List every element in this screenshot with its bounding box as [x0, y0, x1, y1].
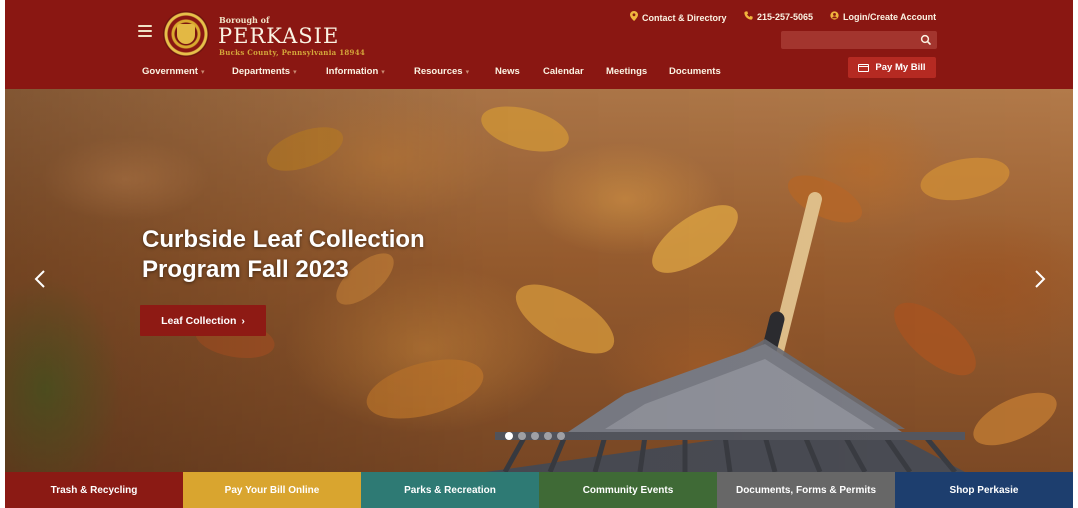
search-icon[interactable] [919, 33, 933, 47]
chevron-right-icon [1035, 270, 1046, 288]
quick-link-community-events[interactable]: Community Events [539, 472, 717, 508]
chevron-down-icon: ▾ [293, 69, 297, 76]
chevron-left-icon [34, 270, 45, 288]
quick-links-bar: Trash & Recycling Pay Your Bill Online P… [5, 472, 1073, 508]
nav-label: Documents [669, 66, 721, 77]
phone-icon [744, 11, 753, 23]
hero-slider: Curbside Leaf Collection Program Fall 20… [5, 89, 1073, 472]
nav-label: Government [142, 66, 198, 77]
nav-calendar[interactable]: Calendar [543, 66, 584, 77]
brand-location: Bucks County, Pennsylvania 18944 [219, 48, 366, 57]
slide-dot[interactable] [505, 432, 513, 440]
hero-title-line: Curbside Leaf Collection [142, 226, 425, 253]
hero-title-line: Program Fall 2023 [142, 256, 349, 283]
nav-government[interactable]: Government ▾ [142, 66, 204, 77]
chevron-down-icon: ▾ [200, 69, 205, 76]
slide-indicators [505, 432, 565, 440]
nav-news[interactable]: News [495, 66, 520, 77]
next-slide-arrow[interactable] [1029, 267, 1049, 291]
search-input[interactable] [781, 32, 911, 50]
quick-link-parks-recreation[interactable]: Parks & Recreation [361, 472, 539, 508]
phone-link[interactable]: 215-257-5065 [744, 11, 813, 23]
nav-resources[interactable]: Resources ▾ [414, 66, 469, 77]
quick-link-shop-perkasie[interactable]: Shop Perkasie [895, 472, 1073, 508]
nav-label: Departments [232, 66, 291, 77]
contact-directory-link[interactable]: Contact & Directory [630, 11, 727, 24]
hero-title: Curbside Leaf Collection Program Fall 20… [142, 225, 482, 285]
map-pin-icon [630, 11, 638, 24]
contact-directory-label: Contact & Directory [642, 12, 727, 23]
nav-label: Calendar [543, 66, 584, 77]
chevron-down-icon: ▾ [381, 69, 385, 76]
chevron-down-icon: ▾ [465, 69, 470, 76]
hamburger-icon[interactable] [138, 25, 152, 37]
user-circle-icon [830, 11, 839, 23]
brand-name[interactable]: PERKASIE [218, 24, 339, 48]
nav-label: Resources [414, 66, 463, 77]
leaf-collection-label: Leaf Collection [161, 314, 237, 327]
leaf-collection-button[interactable]: Leaf Collection › [140, 305, 266, 336]
slide-dot[interactable] [544, 432, 552, 440]
slide-dot[interactable] [557, 432, 565, 440]
quick-link-trash-recycling[interactable]: Trash & Recycling [5, 472, 183, 508]
nav-information[interactable]: Information ▾ [326, 66, 385, 77]
quick-link-pay-bill-online[interactable]: Pay Your Bill Online [183, 472, 361, 508]
nav-documents[interactable]: Documents [669, 66, 721, 77]
nav-label: Information [326, 66, 379, 77]
nav-label: News [495, 66, 520, 77]
browser-viewport: Borough of PERKASIE Bucks County, Pennsy… [5, 0, 1073, 508]
nav-meetings[interactable]: Meetings [606, 66, 647, 77]
search-box [781, 31, 937, 50]
quick-link-documents-forms-permits[interactable]: Documents, Forms & Permits [717, 472, 895, 508]
site-header: Borough of PERKASIE Bucks County, Pennsy… [5, 0, 1073, 89]
slide-dot[interactable] [518, 432, 526, 440]
login-link[interactable]: Login/Create Account [830, 11, 936, 23]
chevron-right-icon: › [241, 314, 245, 327]
credit-card-icon [858, 63, 870, 72]
nav-departments[interactable]: Departments ▾ [232, 66, 297, 77]
pay-my-bill-label: Pay My Bill [875, 62, 926, 73]
login-label: Login/Create Account [843, 12, 937, 22]
pay-my-bill-button[interactable]: Pay My Bill [848, 57, 936, 78]
nav-label: Meetings [606, 66, 648, 77]
main-nav: Government ▾ Departments ▾ Information ▾ Re… [5, 66, 765, 82]
phone-number: 215-257-5065 [757, 12, 814, 22]
slide-dot[interactable] [531, 432, 539, 440]
borough-seal-logo[interactable] [163, 11, 209, 57]
prev-slide-arrow[interactable] [31, 267, 51, 291]
